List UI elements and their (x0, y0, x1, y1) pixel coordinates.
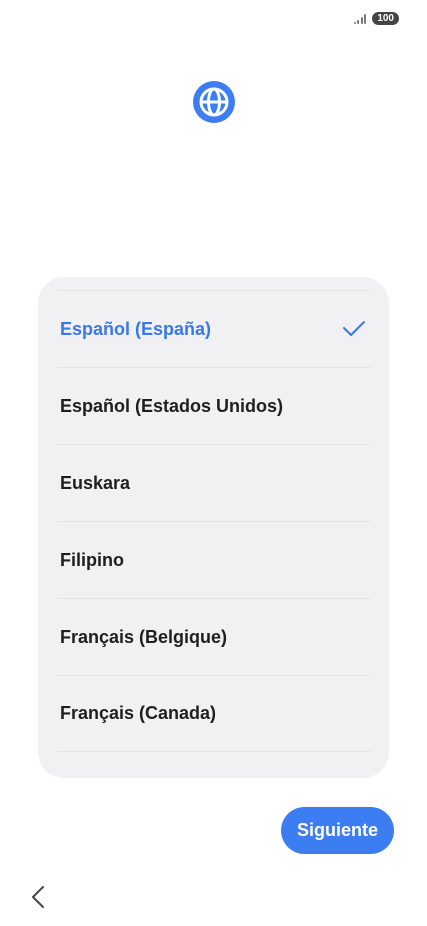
next-button[interactable]: Siguiente (281, 807, 394, 854)
language-item-espanol-estados-unidos[interactable]: Español (Estados Unidos) (57, 367, 370, 444)
language-label: Español (Estados Unidos) (60, 395, 284, 416)
globe-icon (193, 81, 235, 123)
language-item-filipino[interactable]: Filipino (57, 521, 370, 598)
language-list: Español (España) Español (Estados Unidos… (38, 290, 389, 752)
language-item-espanol-espana[interactable]: Español (España) (57, 290, 370, 367)
chevron-left-icon[interactable] (28, 884, 50, 910)
language-label: Euskara (60, 472, 131, 493)
language-item-francais-belgique[interactable]: Français (Belgique) (57, 598, 370, 675)
language-label: Español (España) (60, 318, 212, 339)
language-label: Français (Belgique) (60, 626, 228, 647)
language-item-euskara[interactable]: Euskara (57, 444, 370, 521)
signal-icon (353, 13, 367, 24)
checkmark-icon (343, 321, 365, 336)
status-bar: 100 (353, 12, 399, 25)
language-list-card: Español (España) Español (Estados Unidos… (38, 277, 389, 778)
battery-indicator: 100 (372, 12, 399, 25)
language-label: Français (Canada) (60, 703, 217, 723)
language-item-francais-canada[interactable]: Français (Canada) (57, 675, 370, 752)
language-label: Filipino (60, 549, 124, 570)
